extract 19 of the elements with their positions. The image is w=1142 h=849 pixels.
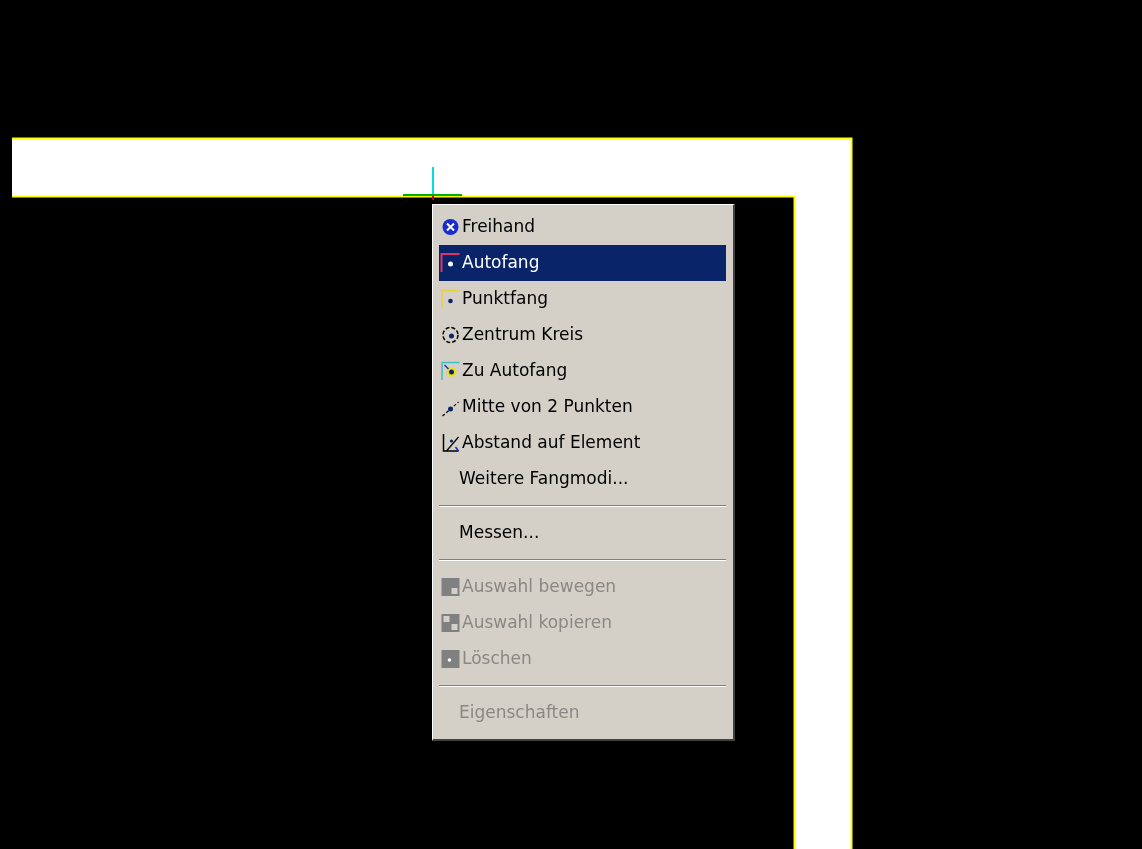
snap-point-icon xyxy=(440,288,461,310)
circle-center-icon xyxy=(440,324,461,346)
menu-item[interactable]: Punktfang xyxy=(439,281,726,317)
snap-point-icon xyxy=(440,252,461,274)
delete-icon xyxy=(440,648,461,670)
snap-target-icon xyxy=(440,360,461,382)
distance-line-icon xyxy=(440,432,461,454)
move-selection-icon xyxy=(440,576,461,598)
menu-item[interactable]: Zentrum Kreis xyxy=(439,317,726,353)
menu-item[interactable]: Abstand auf Element xyxy=(439,425,726,461)
copy-selection-icon xyxy=(440,612,461,634)
menu-item[interactable]: Zu Autofang xyxy=(439,353,726,389)
crosshair-cursor-icon xyxy=(402,166,463,200)
menu-item[interactable]: Autofang xyxy=(439,245,726,281)
close-circle-icon xyxy=(440,216,461,238)
menu-item[interactable]: Messen... xyxy=(439,515,726,551)
menu-item[interactable]: Freihand xyxy=(439,209,726,245)
menu-item[interactable]: Mitte von 2 Punkten xyxy=(439,389,726,425)
menu-item[interactable]: Weitere Fangmodi... xyxy=(439,461,726,497)
